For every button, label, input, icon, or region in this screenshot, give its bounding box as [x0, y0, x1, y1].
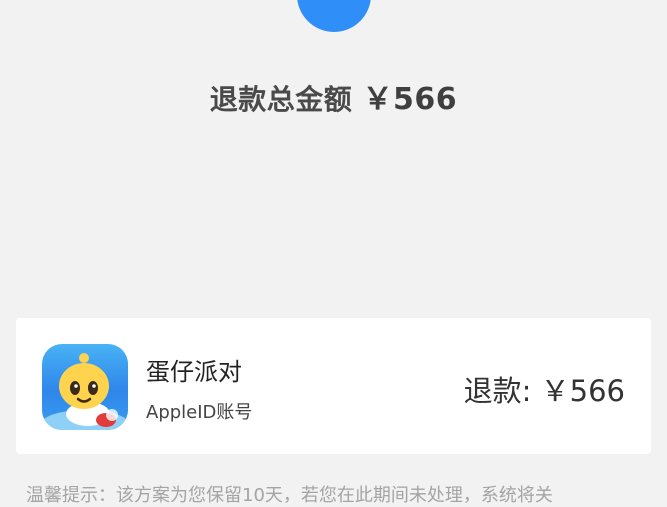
account-type-label: AppleID账号 — [146, 402, 253, 423]
refund-total-label: 退款总金额 — [209, 83, 353, 116]
refund-item-card: 蛋仔派对 AppleID账号 退款: ￥566 — [16, 318, 651, 454]
item-refund-amount: 退款: ￥566 — [464, 368, 625, 410]
checkmark-icon — [297, 0, 371, 32]
check-circle-icon — [297, 0, 371, 32]
egg-party-app-icon — [42, 344, 128, 430]
refund-total-amount: ￥566 — [362, 82, 458, 117]
refund-total-line: 退款总金额 ￥566 — [0, 74, 667, 118]
tip-text: 温馨提示：该方案为您保留10天，若您在此期间未处理，系统将关 — [26, 485, 553, 506]
item-refund-label: 退款: — [463, 374, 532, 408]
item-refund-value: ￥566 — [540, 374, 625, 408]
app-name: 蛋仔派对 — [146, 358, 242, 386]
